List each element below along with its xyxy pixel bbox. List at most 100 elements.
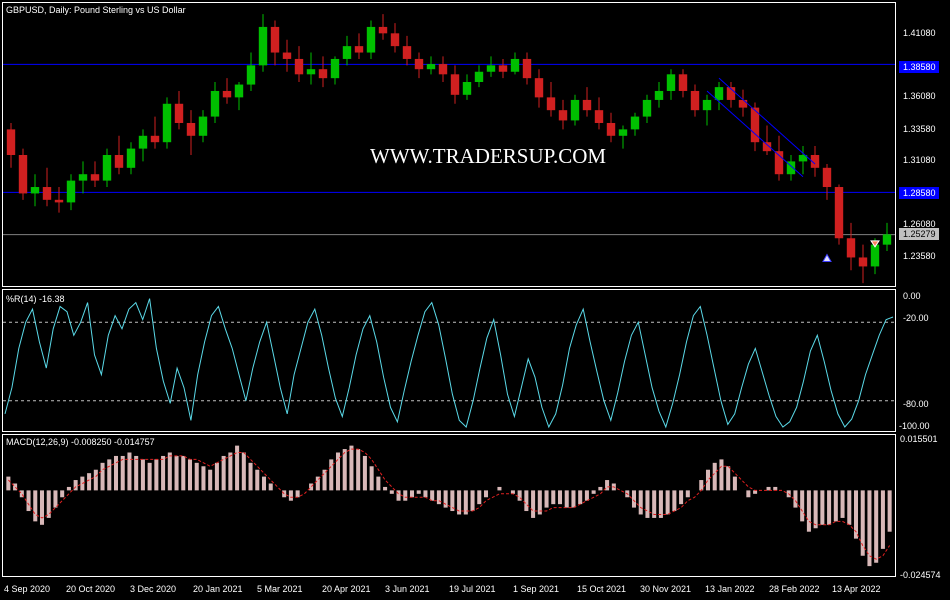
- price-tick-7: 1.23580: [903, 251, 936, 261]
- wpr-axis-20: -20.00: [903, 313, 929, 323]
- candle-body: [378, 26, 388, 34]
- candle-body: [450, 74, 460, 95]
- candle-body: [102, 155, 112, 181]
- candle-body: [738, 99, 748, 108]
- candle-body: [702, 99, 712, 111]
- candle-body: [18, 155, 28, 194]
- date-label-5: 20 Apr 2021: [322, 584, 371, 594]
- candle: [18, 148, 28, 200]
- candle-body: [522, 58, 532, 79]
- wpr-axis-0: 0.00: [903, 291, 921, 301]
- candle-body: [558, 110, 568, 121]
- candle-body: [66, 180, 76, 203]
- candle-body: [246, 65, 256, 85]
- candle-body: [390, 33, 400, 47]
- wpr-axis-100: -100.00: [899, 421, 930, 431]
- candle-body: [198, 116, 208, 136]
- candle-body: [150, 135, 160, 143]
- price-chart-title: GBPUSD, Daily: Pound Sterling vs US Doll…: [6, 5, 186, 15]
- candle-body: [30, 187, 40, 194]
- candle-body: [294, 58, 304, 75]
- candle-body: [114, 155, 124, 168]
- candle-body: [42, 187, 52, 200]
- candle-body: [654, 90, 664, 100]
- candle-body: [366, 26, 376, 53]
- candle-body: [210, 90, 220, 117]
- candle-body: [846, 238, 856, 258]
- chart-canvas: WWW.TRADERSUP.COM GBPUSD, Daily: Pound S…: [0, 0, 950, 600]
- candle-body: [666, 74, 676, 91]
- candle-body: [510, 58, 520, 72]
- candle-body: [306, 69, 316, 75]
- candle-body: [834, 187, 844, 239]
- current-price-tag: 1.25279: [903, 229, 936, 239]
- candle-body: [462, 81, 472, 95]
- candle-body: [318, 69, 328, 79]
- candle-body: [162, 103, 172, 143]
- candle-body: [570, 99, 580, 121]
- candle-body: [426, 64, 436, 70]
- candle-body: [678, 74, 688, 91]
- candle-body: [342, 46, 352, 59]
- date-label-11: 13 Jan 2022: [705, 584, 755, 594]
- date-label-6: 3 Jun 2021: [385, 584, 430, 594]
- candle-body: [330, 58, 340, 79]
- date-label-2: 3 Dec 2020: [130, 584, 176, 594]
- candle-body: [870, 244, 880, 267]
- candle-body: [54, 199, 64, 203]
- candle-body: [282, 52, 292, 59]
- candle-body: [234, 84, 244, 98]
- candle-body: [534, 78, 544, 98]
- date-label-3: 20 Jan 2021: [193, 584, 243, 594]
- candle-body: [354, 46, 364, 53]
- level-tag-lower: 1.28580: [903, 188, 936, 198]
- candle-body: [486, 65, 496, 72]
- candle-body: [90, 174, 100, 181]
- price-tick-2: 1.36080: [903, 91, 936, 101]
- candle-body: [474, 71, 484, 82]
- date-label-1: 20 Oct 2020: [66, 584, 115, 594]
- candle-body: [222, 90, 232, 98]
- candle-body: [582, 99, 592, 111]
- candle-body: [414, 58, 424, 70]
- candle-body: [270, 26, 280, 53]
- date-label-0: 4 Sep 2020: [4, 584, 50, 594]
- candle-body: [606, 122, 616, 136]
- candle-body: [138, 135, 148, 149]
- candle-body: [126, 148, 136, 168]
- date-label-12: 28 Feb 2022: [769, 584, 820, 594]
- macd-label: MACD(12,26,9) -0.008250 -0.014757: [6, 437, 155, 447]
- candle-body: [822, 167, 832, 188]
- candle-body: [594, 110, 604, 123]
- candle-body: [498, 65, 508, 72]
- candle-body: [618, 129, 628, 136]
- price-tick-0: 1.41080: [903, 28, 936, 38]
- date-label-9: 15 Oct 2021: [577, 584, 626, 594]
- price-tick-4: 1.31080: [903, 155, 936, 165]
- candle-body: [642, 99, 652, 117]
- candle-body: [630, 116, 640, 130]
- candle-body: [546, 97, 556, 111]
- candle-body: [258, 26, 268, 66]
- price-tick-3: 1.33580: [903, 124, 936, 134]
- candle-body: [78, 174, 88, 181]
- candle-body: [858, 257, 868, 267]
- date-label-13: 13 Apr 2022: [832, 584, 881, 594]
- date-label-4: 5 Mar 2021: [257, 584, 303, 594]
- candle-body: [882, 234, 892, 245]
- macd-axis-min: -0.024574: [900, 570, 941, 580]
- candle-body: [174, 103, 184, 123]
- candle: [162, 97, 172, 149]
- date-label-8: 1 Sep 2021: [513, 584, 559, 594]
- price-tick-6: 1.26080: [903, 219, 936, 229]
- macd-axis-max: 0.015501: [900, 434, 938, 444]
- candle: [834, 184, 844, 245]
- wpr-axis-80: -80.00: [903, 399, 929, 409]
- candle-body: [6, 129, 16, 156]
- candle-body: [186, 122, 196, 136]
- candle-body: [402, 46, 412, 59]
- candle-body: [714, 87, 724, 100]
- date-label-7: 19 Jul 2021: [449, 584, 496, 594]
- candle-body: [774, 151, 784, 175]
- date-label-10: 30 Nov 2021: [640, 584, 691, 594]
